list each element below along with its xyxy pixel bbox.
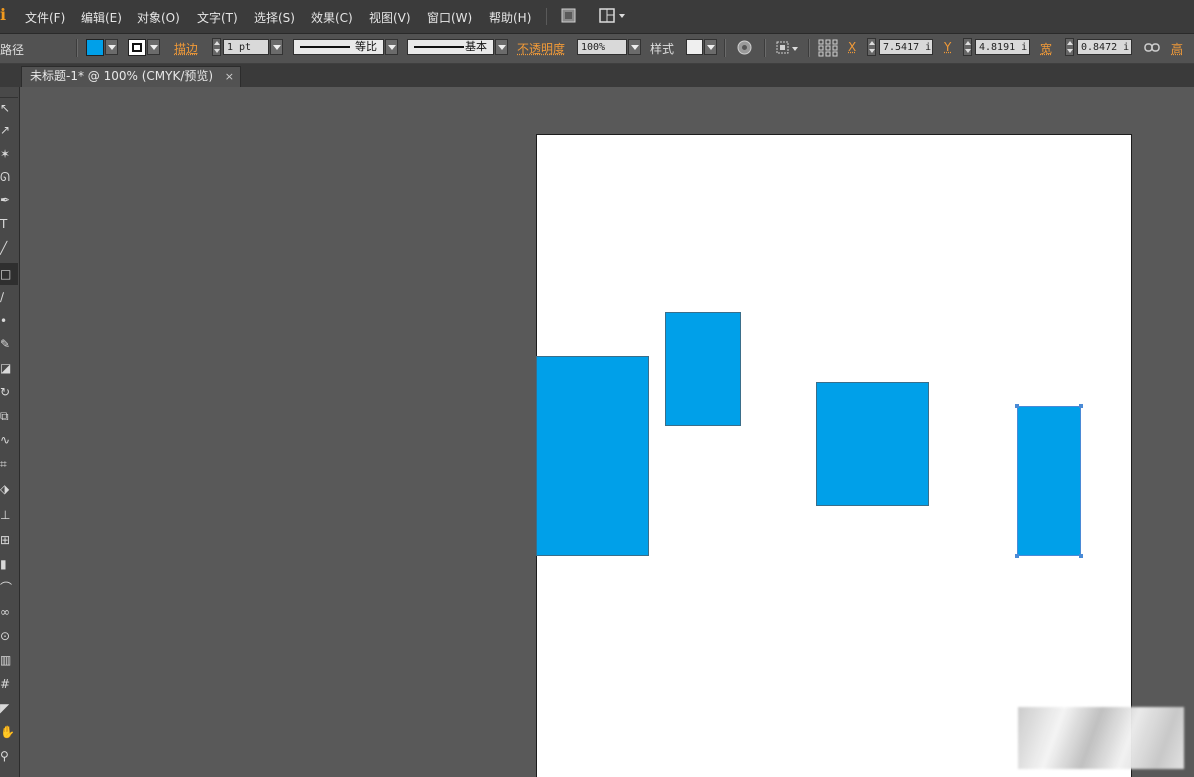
- magic-wand-tool-icon[interactable]: ✶: [0, 143, 18, 165]
- menu-view[interactable]: 视图(V): [369, 9, 411, 26]
- constrain-proportions-icon[interactable]: [1144, 40, 1160, 56]
- selection-anchor[interactable]: [1015, 554, 1019, 558]
- selection-anchor[interactable]: [1015, 404, 1019, 408]
- height-label[interactable]: 高: [1171, 40, 1183, 57]
- close-tab-icon[interactable]: ×: [225, 67, 234, 86]
- control-separator: [808, 39, 810, 57]
- pencil-tool-icon[interactable]: ✎: [0, 333, 18, 355]
- eraser-tool-icon[interactable]: ◪: [0, 357, 18, 379]
- brush-label: 基本: [465, 40, 487, 53]
- rectangle-shape[interactable]: [665, 312, 741, 426]
- tools-panel: ↖ ↗ ✶ ᘏ ✒ T ╱ □ ∕ • ✎ ◪ ↻ ⧉ ∿ ⌗ ⬗ ⊥ ⊞ ▮ …: [0, 87, 20, 777]
- profile-label: 等比: [355, 40, 377, 53]
- canvas-area[interactable]: [20, 87, 1194, 777]
- selection-anchor[interactable]: [1079, 554, 1083, 558]
- brush-dropdown[interactable]: [495, 39, 508, 55]
- y-label[interactable]: Y: [944, 40, 951, 54]
- rotate-tool-icon[interactable]: ↻: [0, 381, 18, 403]
- paintbrush-tool-icon[interactable]: ∕: [0, 286, 18, 308]
- selection-type-label: 路径: [0, 43, 25, 57]
- scale-tool-icon[interactable]: ⧉: [0, 405, 18, 427]
- style-label: 样式: [650, 42, 675, 56]
- stroke-swatch[interactable]: [128, 39, 146, 56]
- line-segment-tool-icon[interactable]: ╱: [0, 237, 18, 259]
- brush-definition[interactable]: 基本: [407, 39, 494, 55]
- fill-dropdown[interactable]: [105, 39, 118, 55]
- artboard-tool-icon[interactable]: #: [0, 673, 18, 695]
- menu-separator: [546, 8, 547, 25]
- width-field[interactable]: 0.8472 i: [1077, 39, 1132, 55]
- variable-width-profile[interactable]: 等比: [293, 39, 384, 55]
- artboard[interactable]: [536, 134, 1132, 777]
- document-tab[interactable]: 未标题-1* @ 100% (CMYK/预览) ×: [21, 66, 241, 87]
- hand-tool-icon[interactable]: ✋: [0, 721, 18, 743]
- blob-brush-tool-icon[interactable]: •: [0, 310, 18, 332]
- stroke-label[interactable]: 描边: [174, 40, 198, 57]
- graphic-style-swatch[interactable]: [686, 39, 703, 55]
- column-graph-tool-icon[interactable]: ▥: [0, 649, 18, 671]
- menu-file[interactable]: 文件(F): [25, 9, 65, 26]
- watermark-image: [1018, 707, 1184, 769]
- width-label[interactable]: 宽: [1040, 40, 1052, 57]
- document-tab-title: 未标题-1* @ 100% (CMYK/预览): [30, 69, 214, 83]
- direct-selection-tool-icon[interactable]: ↗: [0, 119, 18, 141]
- recolor-artwork-icon[interactable]: [736, 39, 753, 56]
- y-stepper[interactable]: [963, 38, 972, 56]
- opacity-dropdown[interactable]: [628, 39, 641, 55]
- menu-select[interactable]: 选择(S): [254, 9, 295, 26]
- free-transform-tool-icon[interactable]: ⌗: [0, 453, 18, 475]
- x-label[interactable]: X: [848, 40, 856, 54]
- selection-anchor[interactable]: [1079, 404, 1083, 408]
- lasso-tool-icon[interactable]: ᘏ: [0, 166, 18, 188]
- control-separator: [724, 39, 726, 57]
- profile-dropdown[interactable]: [385, 39, 398, 55]
- stroke-weight-stepper[interactable]: [212, 38, 221, 56]
- shape-builder-tool-icon[interactable]: ⬗: [0, 478, 18, 500]
- fill-swatch[interactable]: [86, 39, 104, 56]
- transform-reference-point-icon[interactable]: [818, 39, 838, 57]
- style-dropdown[interactable]: [704, 39, 717, 55]
- stroke-dropdown[interactable]: [147, 39, 160, 55]
- control-separator: [76, 39, 78, 57]
- align-to-icon[interactable]: [776, 40, 800, 56]
- menu-edit[interactable]: 编辑(E): [81, 9, 122, 26]
- stroke-weight-dropdown[interactable]: [270, 39, 283, 55]
- symbol-sprayer-tool-icon[interactable]: ⊙: [0, 625, 18, 647]
- control-separator: [764, 39, 766, 57]
- app-logo: i: [0, 5, 7, 24]
- x-field[interactable]: 7.5417 i: [879, 39, 933, 55]
- rectangle-shape[interactable]: [536, 356, 649, 556]
- perspective-grid-tool-icon[interactable]: ⊥: [0, 504, 18, 526]
- selection-tool-icon[interactable]: ↖: [0, 97, 18, 119]
- opacity-label[interactable]: 不透明度: [517, 40, 565, 57]
- y-field[interactable]: 4.8191 i: [975, 39, 1030, 55]
- eyedropper-tool-icon[interactable]: ⌒: [0, 577, 18, 599]
- warp-tool-icon[interactable]: ∿: [0, 429, 18, 451]
- document-tab-bar: 未标题-1* @ 100% (CMYK/预览) ×: [0, 64, 1194, 87]
- zoom-tool-icon[interactable]: ⚲: [0, 745, 18, 767]
- menu-object[interactable]: 对象(O): [137, 9, 180, 26]
- type-tool-icon[interactable]: T: [0, 213, 18, 235]
- control-bar: 路径 描边 1 pt 等比 基本 不透明度 100% 样式 X 7.5417 i…: [0, 34, 1194, 64]
- mesh-tool-icon[interactable]: ⊞: [0, 529, 18, 551]
- gradient-tool-icon[interactable]: ▮: [0, 553, 18, 575]
- selected-rectangle-shape[interactable]: [1015, 404, 1083, 558]
- stroke-weight-field[interactable]: 1 pt: [223, 39, 269, 55]
- rectangle-shape[interactable]: [816, 382, 929, 506]
- blend-tool-icon[interactable]: ∞: [0, 601, 18, 623]
- menu-type[interactable]: 文字(T): [197, 9, 238, 26]
- x-stepper[interactable]: [867, 38, 876, 56]
- menu-window[interactable]: 窗口(W): [427, 9, 472, 26]
- menu-help[interactable]: 帮助(H): [489, 9, 531, 26]
- slice-tool-icon[interactable]: ◤: [0, 697, 18, 719]
- arrange-documents-icon[interactable]: [598, 6, 628, 26]
- width-stepper[interactable]: [1065, 38, 1074, 56]
- menu-effect[interactable]: 效果(C): [311, 9, 353, 26]
- bridge-icon[interactable]: [560, 6, 578, 26]
- menu-bar: i 文件(F) 编辑(E) 对象(O) 文字(T) 选择(S) 效果(C) 视图…: [0, 0, 1194, 34]
- rectangle-tool-icon[interactable]: □: [0, 263, 18, 285]
- opacity-field[interactable]: 100%: [577, 39, 627, 55]
- pen-tool-icon[interactable]: ✒: [0, 189, 18, 211]
